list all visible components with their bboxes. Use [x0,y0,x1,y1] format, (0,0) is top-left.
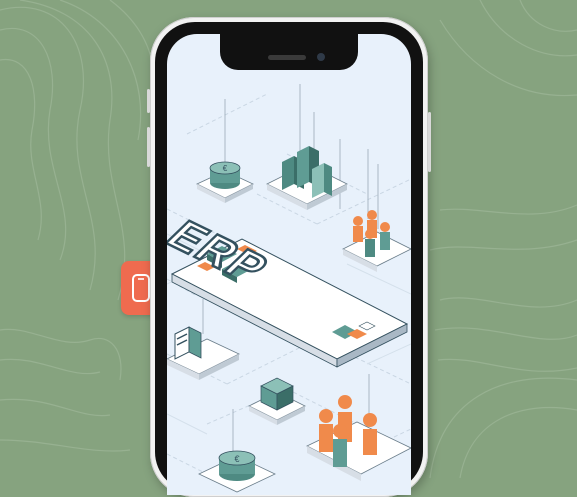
coin-stack-node-bottom: € [198,450,276,493]
phone-side-button-left [147,89,150,113]
erp-isometric-illustration: € ERP € [167,84,411,493]
phone-side-button-left-2 [147,127,150,167]
phone-device: € ERP € [147,17,431,497]
svg-text:€: € [223,164,228,173]
svg-text:€: € [234,454,239,464]
speaker-grille [268,55,306,60]
machine-node [248,377,306,425]
documents-node [167,326,240,380]
team-node [342,210,411,272]
phone-side-button-right [428,112,431,172]
phone-screen: € ERP € [167,34,411,495]
coin-stack-node: € [196,161,254,203]
buildings-node [266,146,348,210]
phone-notch [220,34,358,70]
team-node-large [306,395,411,481]
front-camera-icon [317,53,325,61]
mobile-phone-icon [132,274,150,302]
